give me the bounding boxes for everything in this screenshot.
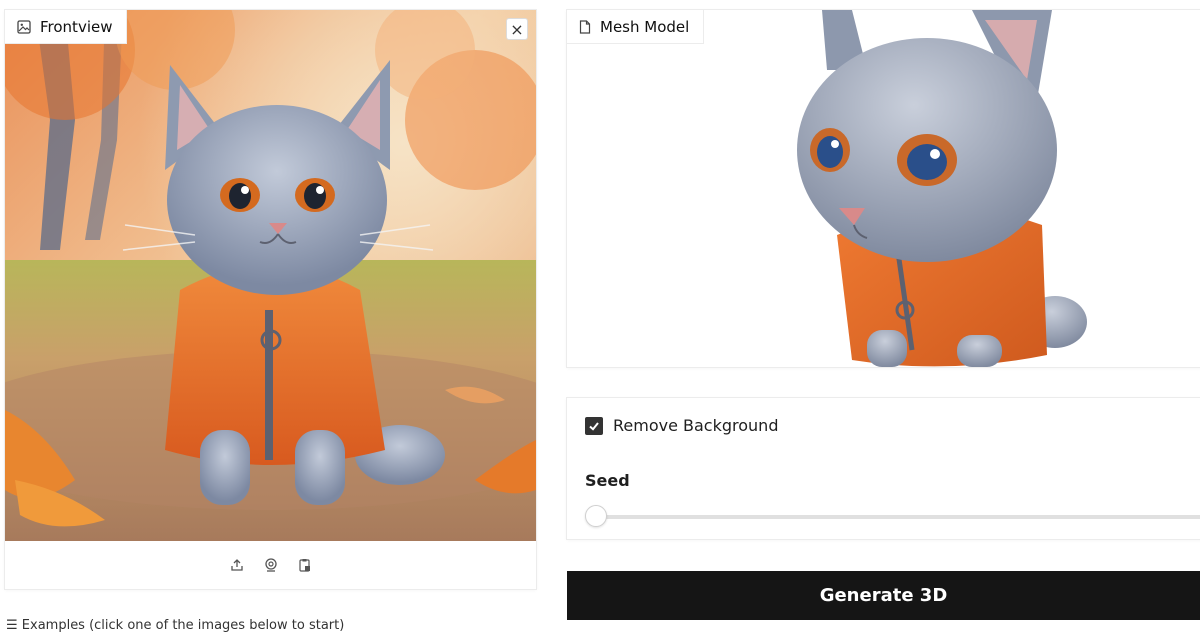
checkmark-icon (589, 421, 599, 431)
generate-3d-button[interactable]: Generate 3D (567, 571, 1200, 620)
frontview-label: Frontview (40, 17, 113, 36)
mesh-model-viewer[interactable] (567, 10, 1200, 367)
controls-panel: Remove Background Seed (567, 398, 1200, 539)
seed-slider-track[interactable] (597, 515, 1200, 519)
remove-background-option[interactable]: Remove Background (585, 416, 778, 435)
clear-image-button[interactable]: × (506, 18, 528, 40)
file-icon (579, 19, 591, 34)
image-icon (17, 19, 31, 34)
paste-from-clipboard-button[interactable] (296, 556, 314, 574)
upload-button[interactable] (228, 556, 246, 574)
kitten-3d-render (797, 10, 1087, 367)
kitten-autumn-illustration (5, 10, 536, 541)
frontview-panel: Frontview × (5, 10, 536, 589)
frontview-label-tag: Frontview (5, 10, 128, 44)
webcam-button[interactable] (262, 556, 280, 574)
frontview-image (5, 10, 536, 541)
seed-label: Seed (585, 471, 630, 490)
remove-background-checkbox[interactable] (585, 416, 603, 435)
remove-background-label: Remove Background (613, 416, 779, 435)
webcam-icon (264, 558, 277, 572)
upload-icon (230, 559, 243, 571)
clipboard-paste-icon (298, 559, 310, 572)
mesh-model-label: Mesh Model (600, 17, 690, 36)
examples-header[interactable]: ☰ Examples (click one of the images belo… (6, 618, 344, 633)
mesh-model-panel: Mesh Model (567, 10, 1200, 367)
image-source-toolbar (5, 541, 536, 589)
close-icon: × (510, 19, 524, 39)
mesh-model-label-tag: Mesh Model (567, 10, 705, 44)
seed-slider-handle[interactable] (585, 505, 607, 527)
